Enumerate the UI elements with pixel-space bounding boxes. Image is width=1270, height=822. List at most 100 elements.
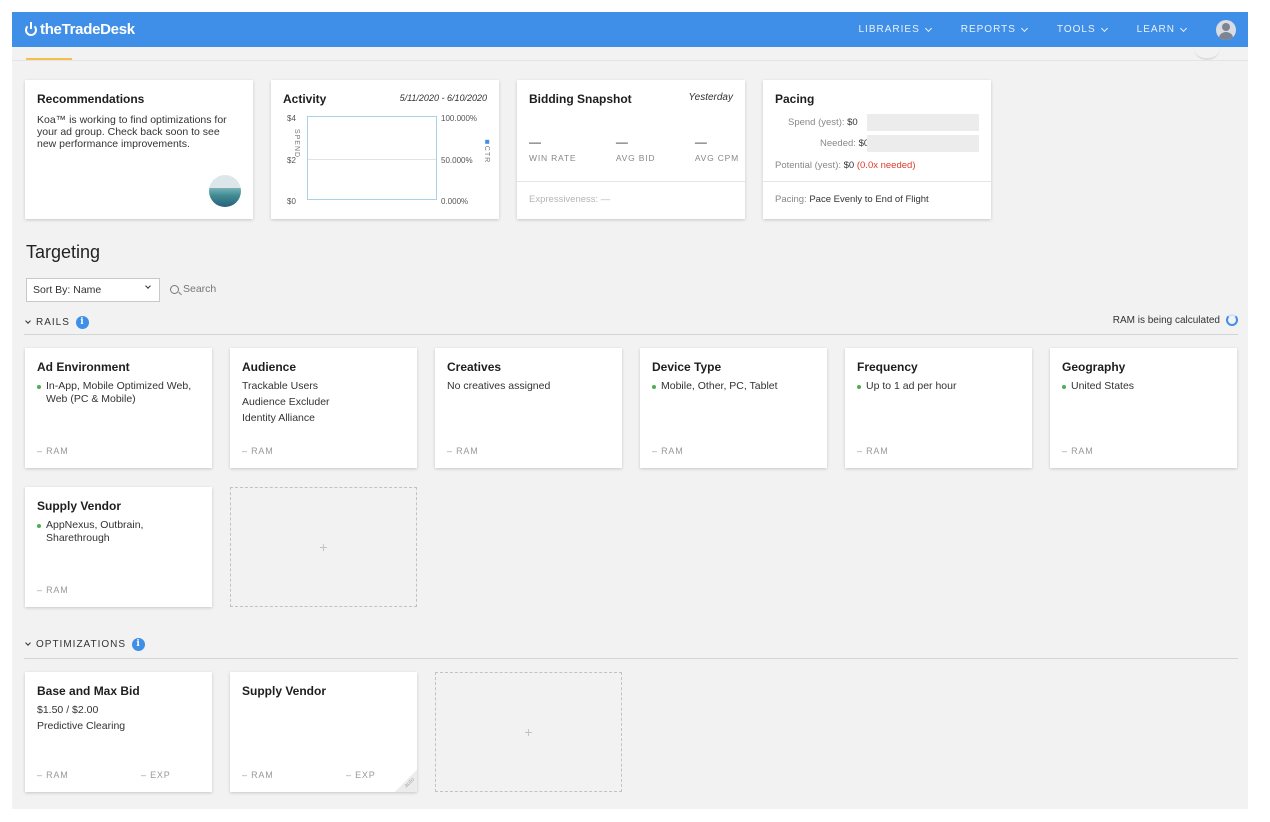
rail-card-geography[interactable]: Geography United States RAM xyxy=(1050,348,1237,468)
nav-tools[interactable]: TOOLS xyxy=(1057,24,1108,35)
pacing-potential-value: $0 xyxy=(843,160,855,171)
activity-chart-plot xyxy=(307,116,437,200)
pacing-mode-value: Pace Evenly to End of Flight xyxy=(809,194,929,205)
rails-section-toggle[interactable]: RAILS i xyxy=(25,316,89,329)
pacing-potential-label: Potential (yest): xyxy=(775,160,841,171)
pacing-mode-label: Pacing: xyxy=(775,194,807,205)
rail-card-ad-environment[interactable]: Ad Environment In-App, Mobile Optimized … xyxy=(25,348,212,468)
sort-select[interactable]: Sort By: Name xyxy=(26,278,160,302)
avg-bid-stat: — AVG BID xyxy=(616,135,655,163)
ram-indicator: RAM xyxy=(37,585,69,595)
rail-value-text: United States xyxy=(1071,380,1135,392)
rails-divider xyxy=(24,334,1238,335)
status-dot-icon xyxy=(1062,385,1066,389)
app-frame: theTradeDesk LIBRARIES REPORTS TOOLS LEA… xyxy=(12,12,1248,809)
rail-card-title: Creatives xyxy=(447,360,502,374)
search-button[interactable]: Search xyxy=(170,283,216,295)
pacing-spend-value: $0 xyxy=(847,117,858,128)
chevron-down-icon xyxy=(1020,24,1028,32)
activity-y2-tick: 100.000% xyxy=(441,114,478,123)
optimization-card-title: Supply Vendor xyxy=(242,684,327,698)
ram-indicator: RAM xyxy=(37,770,69,780)
activity-y2-tick: 0.000% xyxy=(441,197,469,206)
koa-icon[interactable] xyxy=(209,175,241,207)
win-rate-stat: — WIN RATE xyxy=(529,135,576,163)
recommendations-card: Recommendations Koa™ is working to find … xyxy=(25,80,253,219)
expressiveness-text: Expressiveness: — xyxy=(529,194,611,205)
add-rail-button[interactable]: + xyxy=(230,487,417,607)
rail-card-device-type[interactable]: Device Type Mobile, Other, PC, Tablet RA… xyxy=(640,348,827,468)
activity-y-tick: $2 xyxy=(287,156,296,165)
bidding-title: Bidding Snapshot xyxy=(529,92,632,106)
settings-peek-icon[interactable] xyxy=(1194,48,1220,60)
rail-card-frequency[interactable]: Frequency Up to 1 ad per hour RAM xyxy=(845,348,1032,468)
activity-right-axis-label: CTR xyxy=(483,140,490,163)
rails-label: RAILS xyxy=(36,317,70,328)
pacing-spend-row: Spend (yest): $0 xyxy=(788,117,858,128)
activity-y-tick: $4 xyxy=(287,114,296,123)
ram-indicator: RAM xyxy=(652,446,684,456)
nav-reports[interactable]: REPORTS xyxy=(961,24,1028,35)
activity-date-range[interactable]: 5/11/2020 - 6/10/2020 xyxy=(400,93,487,103)
rail-value: United States xyxy=(1062,380,1225,393)
nav-libraries[interactable]: LIBRARIES xyxy=(859,24,932,35)
pacing-potential-note: (0.0x needed) xyxy=(856,160,916,171)
ram-indicator: RAM xyxy=(242,446,274,456)
bidding-period[interactable]: Yesterday xyxy=(689,92,733,106)
brand-logo[interactable]: theTradeDesk xyxy=(25,21,135,38)
bidding-header: Bidding Snapshot Yesterday xyxy=(517,80,745,118)
pacing-mode: Pacing: Pace Evenly to End of Flight xyxy=(775,194,929,205)
nav-learn-label: LEARN xyxy=(1136,24,1175,35)
win-rate-value: — xyxy=(529,135,542,149)
rail-card-supply-vendor[interactable]: Supply Vendor AppNexus, Outbrain, Sharet… xyxy=(25,487,212,607)
recommendations-text: Koa™ is working to find optimizations fo… xyxy=(37,114,227,150)
targeting-title: Targeting xyxy=(26,242,101,262)
status-dot-icon xyxy=(37,385,41,389)
ram-status: RAM is being calculated xyxy=(1113,314,1238,326)
activity-y2-tick: 50.000% xyxy=(441,156,473,165)
user-avatar-icon[interactable] xyxy=(1216,19,1236,40)
chevron-down-icon xyxy=(1179,24,1188,32)
rail-value-text: AppNexus, Outbrain, Sharethrough xyxy=(46,519,144,544)
info-icon[interactable]: i xyxy=(75,316,89,329)
chevron-down-icon xyxy=(145,283,151,289)
ram-indicator: RAM xyxy=(1062,446,1094,456)
info-icon[interactable]: i xyxy=(132,638,146,651)
auto-tag-label: auto xyxy=(403,776,417,790)
brand-name: theTradeDesk xyxy=(40,21,135,38)
optimizations-section-toggle[interactable]: OPTIMIZATIONS i xyxy=(25,638,146,651)
activity-y-tick: $0 xyxy=(287,197,296,206)
pacing-card: Pacing Spend (yest): $0 Needed: $0 Poten… xyxy=(763,80,991,219)
optimizations-divider xyxy=(24,658,1238,659)
avg-bid-value: — xyxy=(615,135,629,149)
optimization-card-base-max-bid[interactable]: Base and Max Bid $1.50 / $2.00 Predictiv… xyxy=(25,672,212,792)
ram-indicator: RAM xyxy=(242,770,274,780)
rail-card-audience[interactable]: Audience Trackable Users Audience Exclud… xyxy=(230,348,417,468)
status-dot-icon xyxy=(37,524,41,528)
bidding-divider xyxy=(517,181,745,182)
rail-card-title: Frequency xyxy=(857,360,918,374)
chevron-down-icon xyxy=(1100,24,1108,32)
optimization-value-text: $1.50 / $2.00 xyxy=(37,704,99,716)
rail-value-text: Trackable Users xyxy=(242,380,319,392)
optimization-card-supply-vendor[interactable]: Supply Vendor RAM EXP auto xyxy=(230,672,417,792)
loading-spinner-icon xyxy=(1226,314,1238,326)
exp-indicator: EXP xyxy=(346,770,376,780)
nav-learn[interactable]: LEARN xyxy=(1136,24,1188,35)
pacing-spend-bar xyxy=(867,114,979,131)
search-label: Search xyxy=(183,283,217,295)
add-optimization-button[interactable]: + xyxy=(435,672,622,792)
plus-icon: + xyxy=(319,539,328,555)
avg-cpm-label: AVG CPM xyxy=(694,153,739,163)
rail-card-title: Geography xyxy=(1062,360,1126,374)
activity-gridline xyxy=(308,159,436,160)
rail-value-text: Mobile, Other, PC, Tablet xyxy=(661,380,778,392)
avg-cpm-stat: — AVG CPM xyxy=(695,135,739,163)
rail-card-values: Up to 1 ad per hour xyxy=(857,380,1020,393)
chevron-down-icon xyxy=(924,24,932,32)
rail-value-text: No creatives assigned xyxy=(447,380,551,392)
optimization-card-title: Base and Max Bid xyxy=(37,684,140,698)
rail-value-text: Audience Excluder xyxy=(242,396,330,408)
optimizations-label: OPTIMIZATIONS xyxy=(36,639,127,650)
rail-card-creatives[interactable]: Creatives No creatives assigned RAM xyxy=(435,348,622,468)
